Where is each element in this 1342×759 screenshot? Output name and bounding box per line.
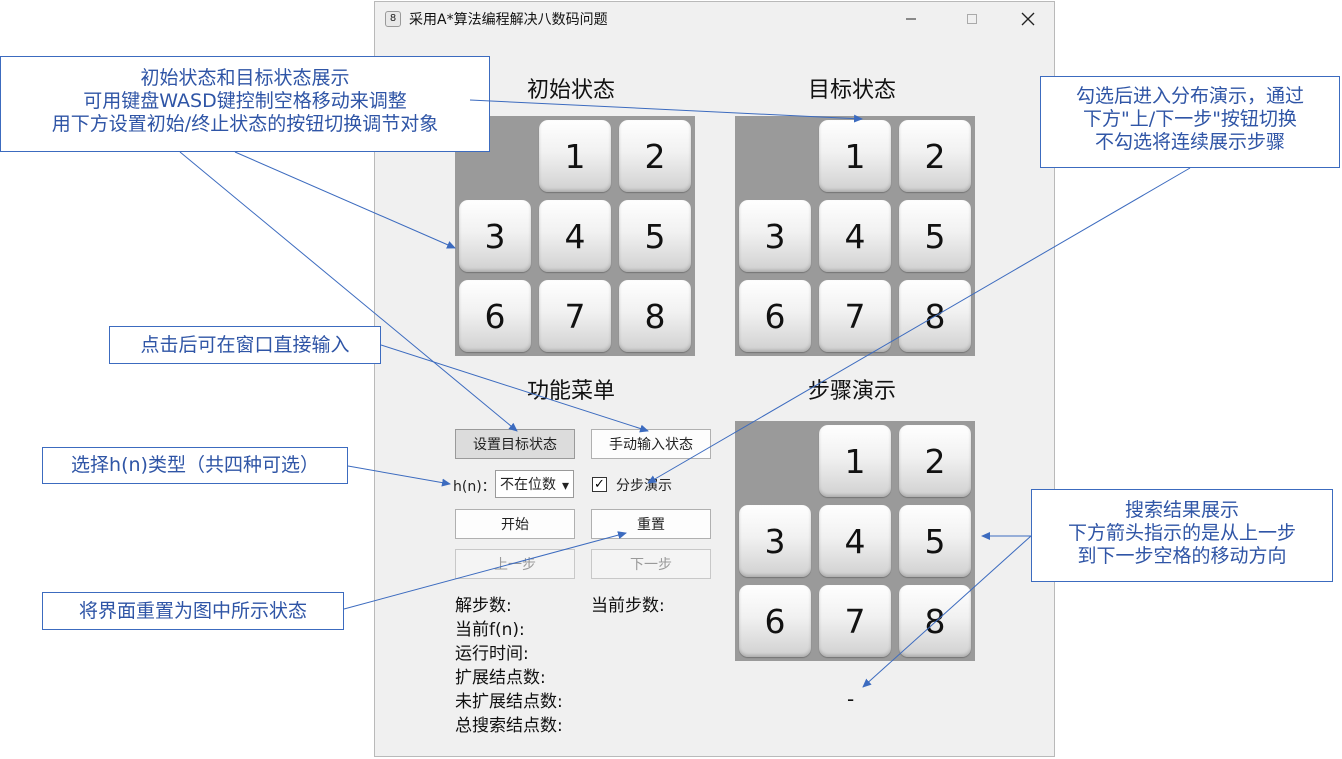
puzzle-tile: 5	[899, 505, 971, 577]
current-steps-label: 当前步数:	[591, 596, 665, 616]
close-icon	[1021, 12, 1035, 26]
puzzle-tile[interactable]: 8	[899, 280, 971, 352]
puzzle-tile[interactable]: 4	[819, 200, 891, 272]
puzzle-tile[interactable]: 1	[539, 120, 611, 192]
puzzle-tile[interactable]: 1	[819, 120, 891, 192]
step-direction-indicator: -	[847, 687, 855, 711]
puzzle-tile[interactable]: 7	[539, 280, 611, 352]
step-demo-checkbox[interactable]: ✓	[592, 477, 607, 492]
solution-steps-label: 解步数:	[455, 596, 512, 616]
annotation-line: 下方箭头指示的是从上一步	[1067, 522, 1296, 544]
minimize-button[interactable]	[888, 2, 934, 36]
annotation-line: 将界面重置为图中所示状态	[78, 600, 307, 622]
annotation-manual-input: 点击后可在窗口直接输入	[109, 326, 381, 364]
annotation-step-mode: 勾选后进入分布演示，通过 下方"上/下一步"按钮切换 不勾选将连续展示步骤	[1040, 76, 1340, 168]
annotation-states-display: 初始状态和目标状态展示 可用键盘WASD键控制空格移动来调整 用下方设置初始/终止状…	[0, 56, 490, 152]
annotation-line: 勾选后进入分布演示，通过	[1075, 85, 1304, 107]
puzzle-tile: 8	[899, 585, 971, 657]
initial-state-title: 初始状态	[527, 78, 616, 103]
goal-state-board[interactable]: 12 345 678	[735, 116, 975, 356]
annotation-line: 可用键盘WASD键控制空格移动来调整	[83, 90, 407, 112]
puzzle-tile[interactable]: 5	[899, 200, 971, 272]
step-demo-board: 12 345 678	[735, 421, 975, 661]
title-bar: 8 采用A*算法编程解决八数码问题	[375, 2, 1054, 36]
initial-state-board[interactable]: 12 345 678	[455, 116, 695, 356]
puzzle-tile[interactable]: 2	[619, 120, 691, 192]
puzzle-tile: 6	[739, 585, 811, 657]
annotation-line: 下方"上/下一步"按钮切换	[1083, 108, 1297, 130]
annotation-search-result: 搜索结果展示 下方箭头指示的是从上一步 到下一步空格的移动方向	[1031, 489, 1333, 582]
window-title: 采用A*算法编程解决八数码问题	[409, 12, 608, 28]
maximize-button[interactable]	[949, 2, 995, 36]
manual-input-button[interactable]: 手动输入状态	[591, 429, 711, 459]
annotation-reset: 将界面重置为图中所示状态	[42, 592, 344, 630]
current-fn-label: 当前f(n):	[455, 620, 525, 640]
next-step-button[interactable]: 下一步	[591, 549, 711, 579]
step-demo-title: 步骤演示	[808, 379, 897, 404]
puzzle-tile[interactable]: 5	[619, 200, 691, 272]
step-demo-checkbox-label[interactable]: 分步演示	[616, 475, 672, 495]
puzzle-tile[interactable]: 3	[459, 200, 531, 272]
puzzle-tile[interactable]: 8	[619, 280, 691, 352]
set-goal-state-button[interactable]: 设置目标状态	[455, 429, 575, 459]
annotation-line: 到下一步空格的移动方向	[1077, 545, 1287, 567]
run-time-label: 运行时间:	[455, 644, 529, 664]
annotation-hn-type: 选择h(n)类型（共四种可选）	[42, 447, 348, 484]
reset-button[interactable]: 重置	[591, 509, 711, 539]
close-button[interactable]	[1005, 2, 1051, 36]
annotation-line: 初始状态和目标状态展示	[140, 67, 350, 89]
puzzle-tile[interactable]: 3	[739, 200, 811, 272]
annotation-line: 用下方设置初始/终止状态的按钮切换调节对象	[51, 113, 439, 135]
hn-type-select[interactable]: 不在位数 ▾	[495, 470, 574, 498]
puzzle-tile[interactable]: 4	[539, 200, 611, 272]
annotation-line: 选择h(n)类型（共四种可选）	[71, 454, 319, 476]
puzzle-tile: 3	[739, 505, 811, 577]
total-nodes-label: 总搜索结点数:	[455, 716, 563, 736]
goal-state-title: 目标状态	[808, 78, 897, 103]
puzzle-tile[interactable]: 7	[819, 280, 891, 352]
annotation-line: 不勾选将连续展示步骤	[1094, 131, 1285, 153]
function-menu-title: 功能菜单	[527, 379, 616, 404]
start-button[interactable]: 开始	[455, 509, 575, 539]
minimize-icon	[906, 18, 916, 20]
app-icon: 8	[385, 11, 401, 27]
puzzle-tile: 2	[899, 425, 971, 497]
unexpanded-nodes-label: 未扩展结点数:	[455, 692, 563, 712]
previous-step-button[interactable]: 上一步	[455, 549, 575, 579]
puzzle-tile[interactable]: 6	[739, 280, 811, 352]
expanded-nodes-label: 扩展结点数:	[455, 668, 546, 688]
puzzle-tile: 7	[819, 585, 891, 657]
puzzle-tile: 4	[819, 505, 891, 577]
puzzle-tile: 1	[819, 425, 891, 497]
annotation-line: 搜索结果展示	[1124, 499, 1239, 521]
hn-label: h(n)：	[453, 479, 496, 495]
puzzle-tile[interactable]: 2	[899, 120, 971, 192]
chevron-down-icon: ▾	[561, 478, 569, 494]
maximize-icon	[967, 14, 977, 24]
puzzle-tile[interactable]: 6	[459, 280, 531, 352]
hn-selected-value: 不在位数	[500, 477, 556, 493]
annotation-line: 点击后可在窗口直接输入	[140, 334, 350, 356]
